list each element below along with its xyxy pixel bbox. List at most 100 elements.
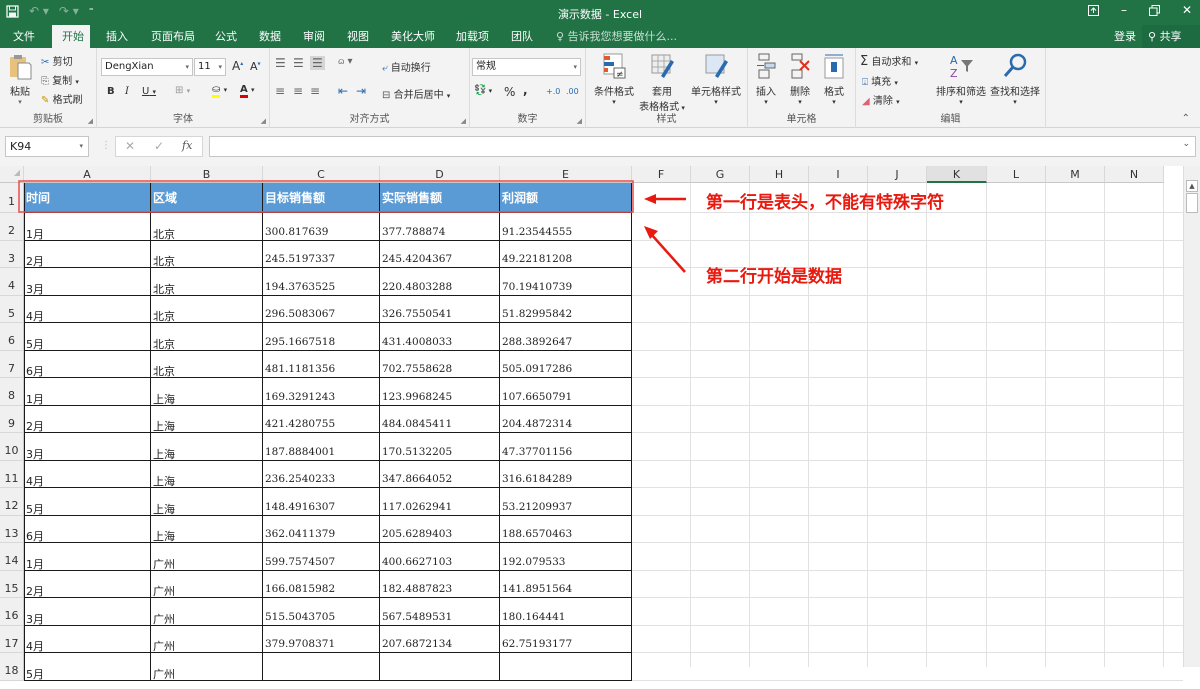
table-cell[interactable]: 上海 xyxy=(151,516,263,543)
table-cell[interactable]: 431.4008033 xyxy=(380,323,500,351)
accounting-format-button[interactable]: 💱 ▾ xyxy=(474,85,492,96)
table-cell[interactable]: 51.82995842 xyxy=(500,296,632,324)
dialog-launcher-icon[interactable]: ◢ xyxy=(88,117,93,125)
table-cell[interactable]: 207.6872134 xyxy=(380,626,500,654)
table-cell[interactable]: 3月 xyxy=(24,433,151,461)
table-cell[interactable]: 296.5083067 xyxy=(263,296,380,324)
table-cell[interactable]: 567.5489531 xyxy=(380,598,500,626)
column-header-b[interactable]: B xyxy=(151,166,263,183)
insert-cells-button[interactable]: 插入 ▾ xyxy=(752,52,780,106)
table-cell[interactable]: 599.7574507 xyxy=(263,543,380,571)
table-cell[interactable]: 上海 xyxy=(151,378,263,406)
header-cell[interactable]: 区域 xyxy=(151,183,263,213)
table-cell[interactable]: 北京 xyxy=(151,351,263,378)
delete-cells-button[interactable]: 删除 ▾ xyxy=(786,52,814,106)
italic-button[interactable]: I xyxy=(125,86,129,97)
share-button[interactable]: ⚲ 共享 xyxy=(1142,25,1200,48)
table-cell[interactable]: 1月 xyxy=(24,543,151,571)
table-cell[interactable]: 53.21209937 xyxy=(500,488,632,516)
header-cell[interactable]: 实际销售额 xyxy=(380,183,500,213)
copy-button[interactable]: ⎘ 复制 ▾ xyxy=(41,72,79,87)
dialog-launcher-icon[interactable]: ◢ xyxy=(461,117,466,125)
shrink-font-button[interactable]: A▾ xyxy=(250,60,261,73)
row-header-10[interactable]: 10 xyxy=(0,433,24,461)
percent-button[interactable]: % xyxy=(504,85,515,99)
align-right-icon[interactable]: ≡ xyxy=(310,84,320,98)
table-cell[interactable]: 91.23544555 xyxy=(500,213,632,241)
cut-button[interactable]: ✂ 剪切 xyxy=(41,53,73,68)
format-painter-button[interactable]: ✎ 格式刷 xyxy=(41,91,83,106)
header-cell[interactable]: 时间 xyxy=(24,183,151,213)
table-cell[interactable]: 1月 xyxy=(24,213,151,241)
table-cell[interactable]: 北京 xyxy=(151,268,263,296)
column-header-c[interactable]: C xyxy=(263,166,380,183)
table-cell[interactable]: 300.817639 xyxy=(263,213,380,241)
decrease-indent-icon[interactable]: ⇤ xyxy=(338,84,348,98)
formula-input[interactable]: ⌄ xyxy=(209,136,1196,157)
table-cell[interactable]: 148.4916307 xyxy=(263,488,380,516)
enter-icon[interactable]: ✓ xyxy=(154,139,164,153)
table-cell[interactable]: 484.0845411 xyxy=(380,406,500,434)
align-center-icon[interactable]: ≡ xyxy=(293,84,303,98)
dialog-launcher-icon[interactable]: ◢ xyxy=(577,117,582,125)
row-header-17[interactable]: 17 xyxy=(0,625,24,653)
comma-button[interactable]: , xyxy=(523,83,528,97)
table-cell[interactable]: 481.1181356 xyxy=(263,351,380,379)
row-header-6[interactable]: 6 xyxy=(0,323,24,351)
table-cell[interactable]: 1月 xyxy=(24,378,151,406)
table-cell[interactable]: 421.4280755 xyxy=(263,406,380,434)
header-cell[interactable]: 目标销售额 xyxy=(263,183,380,213)
table-cell[interactable]: 2月 xyxy=(24,241,151,268)
column-header-g[interactable]: G xyxy=(691,166,750,183)
table-cell[interactable]: 377.788874 xyxy=(380,213,500,241)
table-cell[interactable]: 北京 xyxy=(151,213,263,241)
column-header-j[interactable]: J xyxy=(868,166,927,183)
tab-home[interactable]: 开始 xyxy=(52,25,90,49)
table-cell[interactable]: 180.164441 xyxy=(500,598,632,626)
minimize-button[interactable]: – xyxy=(1121,3,1127,17)
ribbon-display-icon[interactable] xyxy=(1087,3,1099,17)
table-cell[interactable]: 170.5132205 xyxy=(380,433,500,461)
restore-icon[interactable] xyxy=(1148,3,1160,17)
table-cell[interactable]: 515.5043705 xyxy=(263,598,380,626)
borders-button[interactable]: ⊞ ▾ xyxy=(175,85,190,96)
table-cell[interactable]: 上海 xyxy=(151,433,263,461)
font-color-button[interactable]: A ▾ xyxy=(240,84,254,98)
sort-filter-button[interactable]: AZ 排序和筛选 ▾ xyxy=(934,52,988,106)
table-cell[interactable]: 6月 xyxy=(24,351,151,378)
table-cell[interactable]: 192.079533 xyxy=(500,543,632,571)
table-cell[interactable]: 北京 xyxy=(151,323,263,351)
tab-addins[interactable]: 加载项 xyxy=(450,25,495,48)
table-cell[interactable]: 316.6184289 xyxy=(500,461,632,489)
column-header-k[interactable]: K xyxy=(927,166,987,183)
increase-decimal-button[interactable]: +.0 xyxy=(546,87,560,96)
table-cell[interactable]: 4月 xyxy=(24,626,151,653)
row-header-12[interactable]: 12 xyxy=(0,488,24,516)
orientation-icon[interactable]: ᦒ ▾ xyxy=(338,56,353,68)
number-format-select[interactable]: 常规 ▾ xyxy=(472,58,581,76)
row-header-3[interactable]: 3 xyxy=(0,240,24,268)
find-select-button[interactable]: 查找和选择 ▾ xyxy=(989,52,1041,106)
table-cell[interactable]: 49.22181208 xyxy=(500,241,632,269)
tab-beautify[interactable]: 美化大师 xyxy=(385,25,441,48)
name-box[interactable]: K94 ▾ xyxy=(5,136,89,157)
table-cell[interactable]: 182.4887823 xyxy=(380,571,500,599)
vertical-scrollbar[interactable]: ▲ xyxy=(1183,166,1200,667)
row-header-5[interactable]: 5 xyxy=(0,295,24,323)
close-button[interactable]: ✕ xyxy=(1182,3,1192,17)
table-cell[interactable]: 123.9968245 xyxy=(380,378,500,406)
scroll-thumb[interactable] xyxy=(1186,193,1198,213)
table-cell[interactable]: 245.4204367 xyxy=(380,241,500,269)
bottom-align-icon[interactable]: ☰ xyxy=(310,56,325,70)
fill-color-button[interactable]: ⛀ ▾ xyxy=(212,84,227,98)
collapse-ribbon-icon[interactable]: ⌃ xyxy=(1182,113,1190,124)
row-header-9[interactable]: 9 xyxy=(0,405,24,433)
column-header-d[interactable]: D xyxy=(380,166,500,183)
autosum-button[interactable]: Σ 自动求和 ▾ xyxy=(860,53,918,69)
middle-align-icon[interactable]: ☰ xyxy=(293,56,304,70)
table-cell[interactable]: 广州 xyxy=(151,598,263,626)
format-as-table-button[interactable]: 套用 表格格式 ▾ xyxy=(636,52,688,113)
increase-indent-icon[interactable]: ⇥ xyxy=(356,84,366,98)
table-cell[interactable]: 广州 xyxy=(151,543,263,571)
insert-function-icon[interactable]: fx xyxy=(182,139,192,152)
